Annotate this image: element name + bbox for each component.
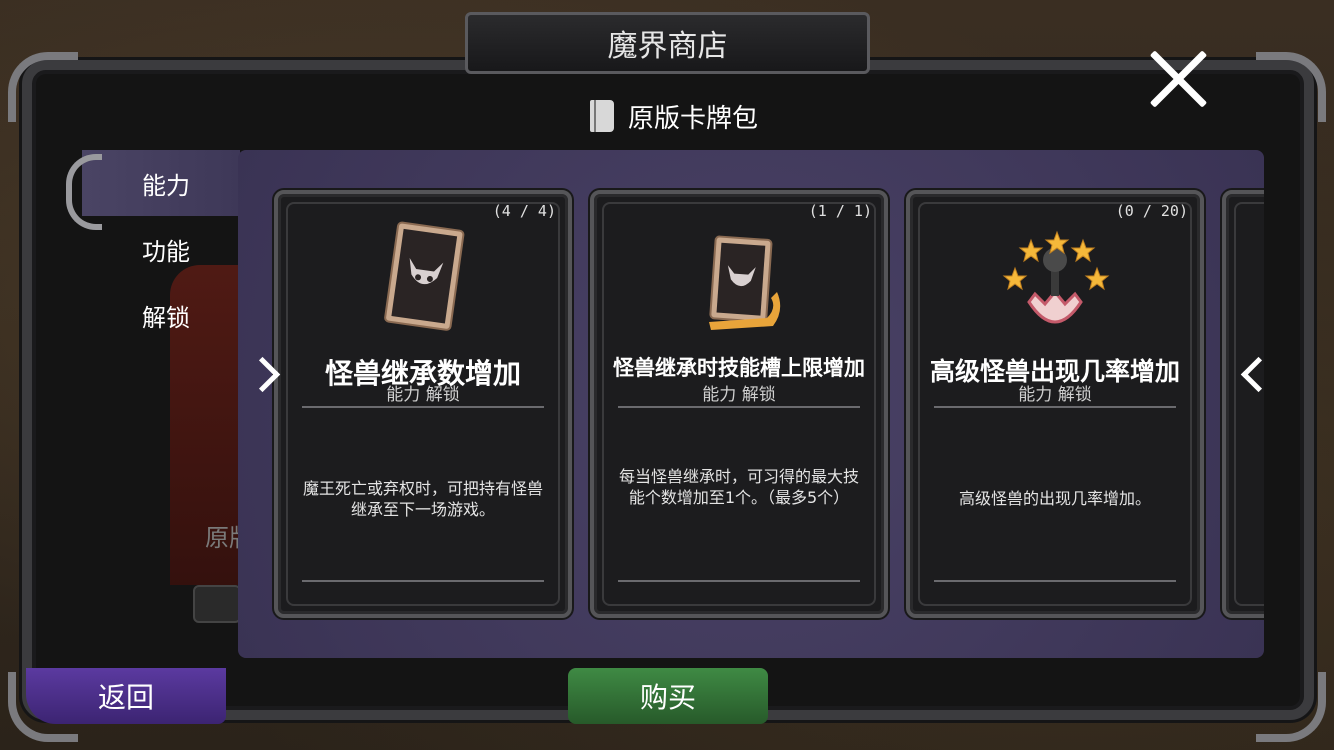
- upgrade-card[interactable]: (0 / 20) 高级怪兽出现几率增加 能力 解锁 高级怪兽的出现几率增加。: [906, 190, 1204, 618]
- card-panel: (4 / 4) 怪兽继承数增加 能力 解锁 魔王死亡或弃权时，可把持有怪兽继承至…: [238, 150, 1264, 658]
- back-button[interactable]: 返回: [26, 668, 226, 724]
- monster-card-icon: [384, 221, 465, 331]
- pack-title: 原版卡牌包: [628, 103, 759, 134]
- back-button-label: 返回: [97, 681, 154, 714]
- card-subtitle: 能力 解锁: [1018, 385, 1092, 405]
- divider: [934, 580, 1176, 582]
- upgrade-card[interactable]: (4 / 4) 怪兽继承数增加 能力 解锁 魔王死亡或弃权时，可把持有怪兽继承至…: [274, 190, 572, 618]
- divider: [618, 406, 860, 408]
- card-subtitle: 能力 解锁: [702, 385, 776, 405]
- card-title: 怪兽继承时技能槽上限增加: [613, 356, 865, 380]
- monster-card-scroll-icon: [709, 235, 781, 330]
- card-count: (0 / 20): [1115, 202, 1188, 220]
- book-icon: [590, 100, 614, 132]
- buy-button[interactable]: 购买: [568, 668, 768, 724]
- star-egg-icon: [1002, 230, 1110, 324]
- shop-title: 魔界商店: [465, 12, 870, 74]
- pack-header: 原版卡牌包: [590, 96, 758, 136]
- upgrade-card[interactable]: [1222, 190, 1264, 618]
- scroll-right-icon[interactable]: [256, 354, 278, 394]
- card-border: [1234, 202, 1264, 606]
- tab-label: 能力: [142, 171, 190, 200]
- card-count: (4 / 4): [492, 202, 556, 220]
- shop-title-text: 魔界商店: [607, 29, 728, 64]
- category-tabs: 能力 功能 解锁: [66, 150, 240, 660]
- card-subtitle: 能力 解锁: [386, 385, 460, 405]
- upgrade-card[interactable]: (1 / 1) 怪兽继承时技能槽上限增加 能力 解锁 每当怪兽继承时，可习得的最…: [590, 190, 888, 618]
- tab-label: 解锁: [142, 303, 190, 332]
- divider: [618, 580, 860, 582]
- close-icon[interactable]: [1145, 46, 1211, 112]
- divider: [934, 406, 1176, 408]
- divider: [302, 406, 544, 408]
- card-description: 魔王死亡或弃权时，可把持有怪兽继承至下一场游戏。: [302, 479, 543, 519]
- tab-ability[interactable]: 能力: [82, 150, 240, 216]
- divider: [302, 580, 544, 582]
- tab-label: 功能: [142, 237, 190, 266]
- card-count: (1 / 1): [808, 202, 872, 220]
- card-description: 每当怪兽继承时，可习得的最大技能个数增加至1个。（最多5个）: [618, 467, 859, 507]
- scroll-left-icon[interactable]: [1238, 354, 1260, 394]
- card-description: 高级怪兽的出现几率增加。: [958, 489, 1151, 508]
- tab-function[interactable]: 功能: [82, 216, 240, 282]
- buy-button-label: 购买: [639, 681, 696, 714]
- tab-unlock[interactable]: 解锁: [82, 282, 240, 348]
